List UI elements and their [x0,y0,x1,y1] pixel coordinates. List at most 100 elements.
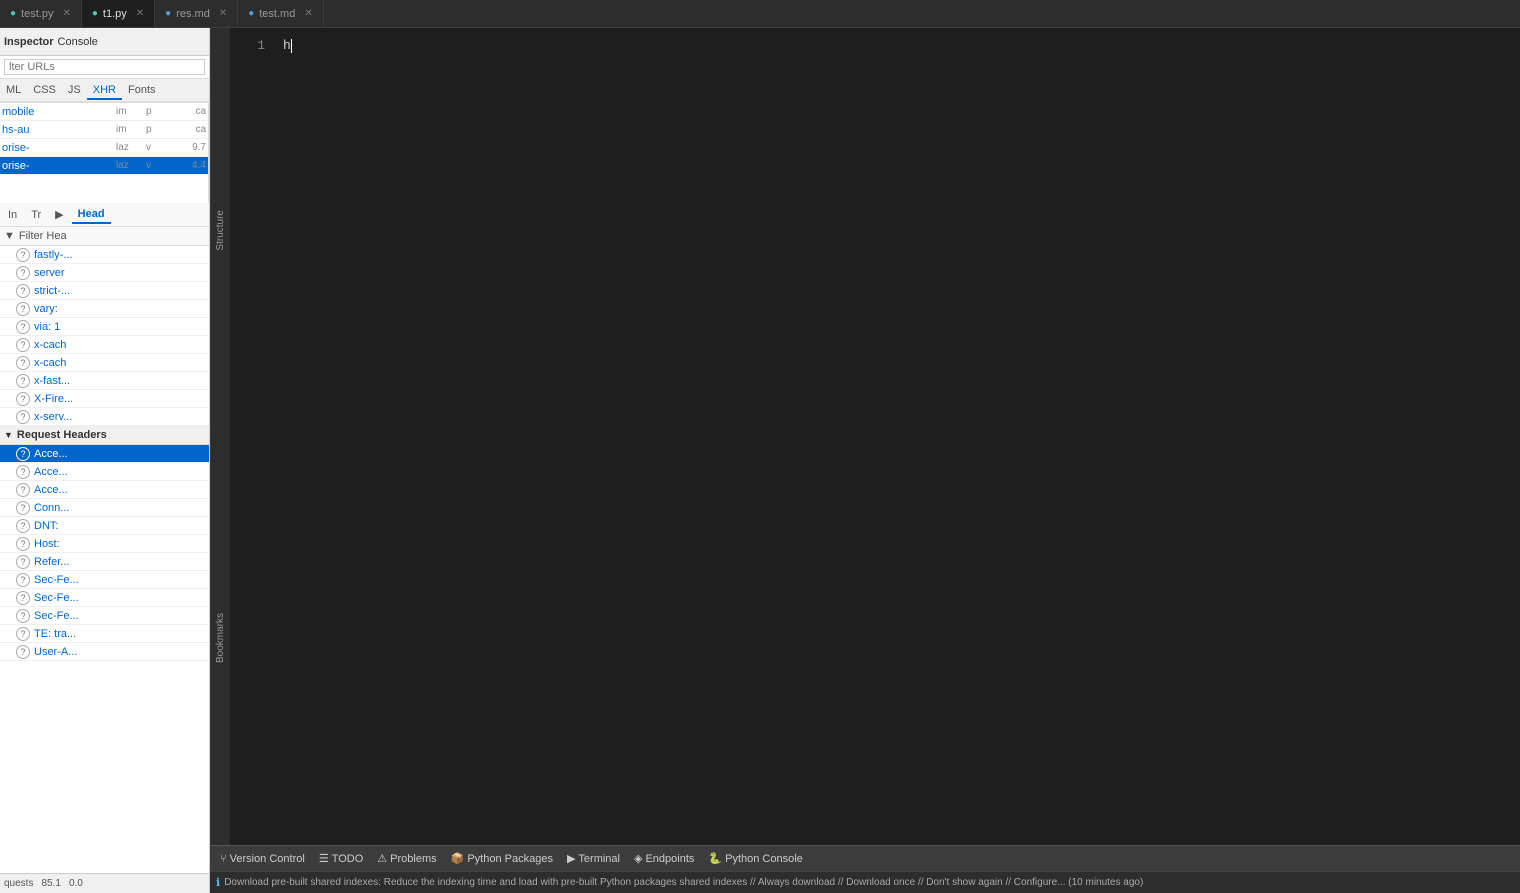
header-name-xfast: x-fast... [34,375,70,387]
header-name-strict: strict-... [34,285,70,297]
header-name-vary: vary: [34,303,58,315]
header-server[interactable]: ? server [0,264,209,282]
python-packages-icon: 📦 [451,852,465,865]
header-host[interactable]: ? Host: [0,535,209,553]
help-icon-secfe3: ? [16,609,30,623]
network-row-3[interactable]: orise- laz v 9.7 [0,139,208,157]
header-acce-2[interactable]: ? Acce... [0,463,209,481]
row-size-2: ca [171,124,206,135]
header-via[interactable]: ? via: 1 [0,318,209,336]
devtools-console-btn[interactable]: Console [58,36,98,48]
header-refer[interactable]: ? Refer... [0,553,209,571]
close-tab-t1-py[interactable]: ✕ [136,8,144,19]
md-icon: ● [165,8,171,19]
header-name-secfe3: Sec-Fe... [34,610,79,622]
help-icon-te: ? [16,627,30,641]
net-tab-ml[interactable]: ML [0,82,27,100]
close-tab-res-md[interactable]: ✕ [219,8,227,19]
header-vary[interactable]: ? vary: [0,300,209,318]
header-secfe3[interactable]: ? Sec-Fe... [0,607,209,625]
python-console-label: Python Console [725,853,803,865]
terminal-label: Terminal [578,853,620,865]
python-console-icon: 🐍 [708,852,722,865]
header-name-te: TE: tra... [34,628,76,640]
header-usera[interactable]: ? User-A... [0,643,209,661]
sub-tab-tr[interactable]: Tr [25,207,47,223]
net-tab-js[interactable]: JS [62,82,87,100]
toolbar-python-packages[interactable]: 📦 Python Packages [445,850,559,867]
header-conn[interactable]: ? Conn... [0,499,209,517]
header-acce-1[interactable]: ? Acce... [0,445,209,463]
bottom-toolbar: ⑂ Version Control ☰ TODO ⚠ Problems 📦 Py… [210,845,1520,871]
devtools-bottom-bar: quests 85.1 0.0 [0,873,209,893]
structure-label[interactable]: Structure [213,202,228,259]
sub-tab-play[interactable]: ▶ [49,206,69,223]
tab-bar: ● test.py ✕ ● t1.py ✕ ● res.md ✕ ● test.… [0,0,1520,28]
row-method-2: im [116,124,146,135]
toolbar-terminal[interactable]: ▶ Terminal [561,850,626,867]
editor-content[interactable]: h [275,28,1520,845]
header-secfe1[interactable]: ? Sec-Fe... [0,571,209,589]
help-icon-via: ? [16,320,30,334]
tab-t1-py[interactable]: ● t1.py ✕ [82,0,155,27]
header-name-usera: User-A... [34,646,77,658]
row-size-4: 4.4 [171,160,206,171]
net-tab-xhr[interactable]: XHR [87,82,122,100]
row-method-3: laz [116,142,146,153]
toolbar-todo[interactable]: ☰ TODO [313,850,369,867]
header-xcach1[interactable]: ? x-cach [0,336,209,354]
headers-list[interactable]: ? fastly-... ? server ? strict-... ? var… [0,246,209,873]
tab-test-py[interactable]: ● test.py ✕ [0,0,82,27]
header-xfire[interactable]: ? X-Fire... [0,390,209,408]
vertical-side-panel: Structure Bookmarks [210,28,230,845]
sub-tab-head[interactable]: Head [72,206,111,224]
bookmarks-label[interactable]: Bookmarks [213,605,228,671]
net-tab-fonts[interactable]: Fonts [122,82,162,100]
info-icon: ℹ [216,876,220,889]
row-url-1: mobile [2,106,116,118]
network-row-2[interactable]: hs-au im p ca [0,121,208,139]
url-filter-bar [0,56,209,79]
toolbar-problems[interactable]: ⚠ Problems [371,850,442,867]
endpoints-label: Endpoints [645,853,694,865]
header-fastly[interactable]: ? fastly-... [0,246,209,264]
row-method-4: laz [116,160,146,171]
row-proto-3: v [146,142,171,153]
header-strict[interactable]: ? strict-... [0,282,209,300]
header-xcach2[interactable]: ? x-cach [0,354,209,372]
python-packages-label: Python Packages [467,853,553,865]
request-headers-section[interactable]: ▼ Request Headers [0,426,209,445]
header-te[interactable]: ? TE: tra... [0,625,209,643]
header-xfast[interactable]: ? x-fast... [0,372,209,390]
network-row-4[interactable]: orise- laz v 4.4 [0,157,208,175]
net-tab-css[interactable]: CSS [27,82,62,100]
header-acce-3[interactable]: ? Acce... [0,481,209,499]
header-name-secfe1: Sec-Fe... [34,574,79,586]
notification-text: Download pre-built shared indexes: Reduc… [224,877,1143,888]
toolbar-version-control[interactable]: ⑂ Version Control [214,851,311,867]
url-filter-input[interactable] [4,59,205,75]
help-icon-xcach2: ? [16,356,30,370]
header-xserv[interactable]: ? x-serv... [0,408,209,426]
line-number-1: 1 [230,36,265,56]
filter-headers-bar: ▼ Filter Hea [0,227,209,246]
problems-label: Problems [390,853,436,865]
toolbar-endpoints[interactable]: ◈ Endpoints [628,850,700,867]
help-icon-vary: ? [16,302,30,316]
tab-res-md[interactable]: ● res.md ✕ [155,0,238,27]
help-icon-xcach1: ? [16,338,30,352]
header-secfe2[interactable]: ? Sec-Fe... [0,589,209,607]
devtools-title: Inspector [4,36,54,48]
close-tab-test-py[interactable]: ✕ [62,8,70,19]
terminal-icon: ▶ [567,852,575,865]
help-icon-acce3: ? [16,483,30,497]
devtools-topbar: Inspector Console [0,28,209,56]
help-icon-secfe1: ? [16,573,30,587]
network-row-1[interactable]: mobile im p ca [0,103,208,121]
header-dnt[interactable]: ? DNT: [0,517,209,535]
section-triangle: ▼ [4,430,13,440]
tab-test-md[interactable]: ● test.md ✕ [238,0,324,27]
sub-tab-in[interactable]: In [2,207,23,223]
close-tab-test-md[interactable]: ✕ [304,8,312,19]
toolbar-python-console[interactable]: 🐍 Python Console [702,850,808,867]
